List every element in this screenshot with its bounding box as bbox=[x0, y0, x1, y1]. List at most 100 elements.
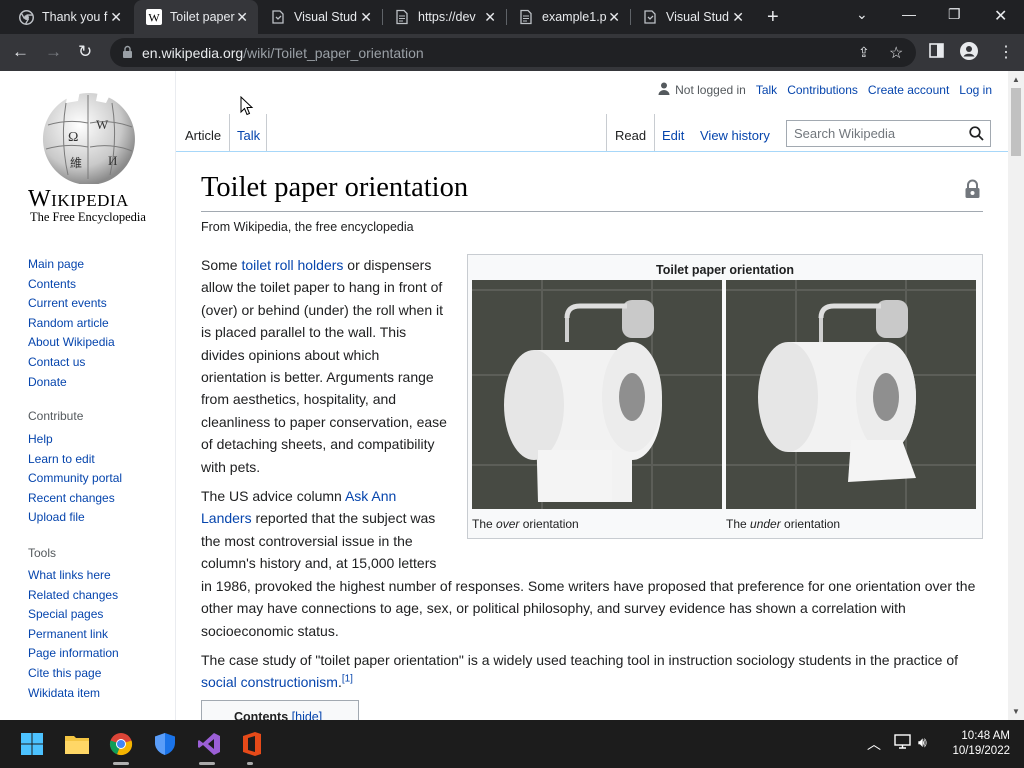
maximize-icon[interactable]: ❐ bbox=[948, 6, 961, 23]
nav-donate[interactable]: Donate bbox=[28, 373, 115, 393]
forward-icon[interactable]: → bbox=[45, 42, 62, 62]
close-icon[interactable]: ✕ bbox=[608, 9, 620, 26]
svg-text:И: И bbox=[108, 153, 117, 168]
tab-article[interactable]: Article bbox=[185, 128, 221, 143]
mouse-cursor-icon bbox=[240, 96, 254, 116]
caption-text: orientation bbox=[519, 517, 579, 531]
close-icon[interactable]: ✕ bbox=[484, 9, 496, 26]
page-title: Toilet paper orientation bbox=[201, 172, 469, 203]
defender-icon[interactable] bbox=[151, 730, 179, 758]
web-page: Ω W И 維 Wikipedia The Free Encyclopedia … bbox=[0, 71, 1024, 720]
link-social-constructionism[interactable]: social constructionism bbox=[201, 674, 338, 690]
wikipedia-tagline: The Free Encyclopedia bbox=[30, 210, 146, 224]
side-panel-icon[interactable] bbox=[929, 43, 944, 63]
profile-icon[interactable] bbox=[960, 42, 978, 65]
visual-studio-icon[interactable] bbox=[195, 730, 223, 758]
close-icon[interactable]: ✕ bbox=[360, 9, 372, 26]
close-icon[interactable]: ✕ bbox=[236, 9, 248, 26]
create-account-link[interactable]: Create account bbox=[868, 83, 949, 97]
nav-cite-this-page[interactable]: Cite this page bbox=[28, 664, 119, 684]
nav-wikidata-item[interactable]: Wikidata item bbox=[28, 684, 119, 704]
tab-view-history[interactable]: View history bbox=[700, 128, 770, 143]
url-text[interactable]: en.wikipedia.org/wiki/Toilet_paper_orien… bbox=[142, 45, 424, 61]
menu-kebab-icon[interactable]: ⋮ bbox=[998, 42, 1014, 62]
tab-visual-studio-2[interactable]: Visual Stud ✕ bbox=[630, 0, 754, 34]
nav-current-events[interactable]: Current events bbox=[28, 294, 115, 314]
scroll-down-icon[interactable]: ▼ bbox=[1012, 707, 1020, 716]
vs-doc-icon bbox=[270, 9, 286, 25]
nav-related-changes[interactable]: Related changes bbox=[28, 586, 119, 606]
nav-permanent-link[interactable]: Permanent link bbox=[28, 625, 119, 645]
scroll-up-icon[interactable]: ▲ bbox=[1012, 75, 1020, 84]
show-hidden-icons-icon[interactable]: ︿ bbox=[867, 734, 881, 754]
link-toilet-roll-holders[interactable]: toilet roll holders bbox=[241, 257, 343, 273]
tab-divider bbox=[266, 114, 267, 152]
tab-example1[interactable]: example1.p ✕ bbox=[506, 0, 630, 34]
active-app-indicator bbox=[113, 762, 129, 765]
tab-talk[interactable]: Talk bbox=[237, 128, 260, 143]
tab-edit[interactable]: Edit bbox=[662, 128, 684, 143]
tab-thank-you[interactable]: Thank you f ✕ bbox=[6, 0, 132, 34]
protection-lock-icon[interactable] bbox=[964, 179, 981, 204]
nav-contact-us[interactable]: Contact us bbox=[28, 353, 115, 373]
chrome-icon bbox=[18, 9, 34, 25]
user-talk-link[interactable]: Talk bbox=[756, 83, 777, 97]
tab-read[interactable]: Read bbox=[615, 128, 646, 143]
nav-community-portal[interactable]: Community portal bbox=[28, 469, 122, 489]
tab-dev[interactable]: https://dev ✕ bbox=[382, 0, 506, 34]
tab-title: Visual Stud bbox=[294, 10, 358, 24]
address-bar[interactable]: en.wikipedia.org/wiki/Toilet_paper_orien… bbox=[110, 38, 916, 67]
clock-date: 10/19/2022 bbox=[952, 745, 1010, 757]
office-icon[interactable] bbox=[238, 730, 266, 758]
close-window-icon[interactable]: ✕ bbox=[994, 6, 1007, 26]
wikipedia-globe-icon[interactable]: Ω W И 維 bbox=[38, 89, 140, 184]
nav-contents[interactable]: Contents bbox=[28, 275, 115, 295]
nav-upload-file[interactable]: Upload file bbox=[28, 508, 122, 528]
contributions-link[interactable]: Contributions bbox=[787, 83, 858, 97]
nav-special-pages[interactable]: Special pages bbox=[28, 605, 119, 625]
nav-main: Main page Contents Current events Random… bbox=[28, 255, 115, 392]
tab-search-icon[interactable]: ⌄ bbox=[856, 6, 868, 23]
reference-1[interactable]: [1] bbox=[342, 674, 353, 685]
caption-under: The under orientation bbox=[726, 513, 840, 535]
page-scrollbar[interactable]: ▲ ▼ bbox=[1008, 71, 1024, 720]
close-icon[interactable]: ✕ bbox=[110, 9, 122, 26]
close-icon[interactable]: ✕ bbox=[732, 9, 744, 26]
running-app-indicator bbox=[199, 762, 215, 765]
caption-text: orientation bbox=[780, 517, 841, 531]
new-tab-button[interactable]: + bbox=[767, 6, 779, 29]
start-icon[interactable] bbox=[18, 730, 46, 758]
nav-help[interactable]: Help bbox=[28, 430, 122, 450]
wikipedia-icon: W bbox=[146, 9, 162, 25]
nav-page-information[interactable]: Page information bbox=[28, 644, 119, 664]
search-icon[interactable] bbox=[969, 126, 984, 146]
toilet-roll-over-image[interactable] bbox=[472, 280, 722, 509]
network-icon[interactable] bbox=[894, 734, 911, 752]
nav-what-links-here[interactable]: What links here bbox=[28, 566, 119, 586]
infobox: Toilet paper orientation The over orient… bbox=[467, 254, 983, 539]
tab-visual-studio-1[interactable]: Visual Stud ✕ bbox=[258, 0, 382, 34]
file-explorer-icon[interactable] bbox=[63, 730, 91, 758]
system-clock[interactable]: 10:48 AM 10/19/2022 bbox=[952, 729, 1010, 759]
tab-toilet-paper[interactable]: W Toilet paper ✕ bbox=[134, 0, 258, 34]
reload-icon[interactable]: ↻ bbox=[78, 42, 92, 62]
text: or dispensers allow the toilet paper to … bbox=[201, 257, 447, 475]
wikipedia-wordmark[interactable]: Wikipedia bbox=[28, 186, 129, 213]
minimize-icon[interactable]: — bbox=[902, 6, 916, 22]
volume-icon[interactable]: 🔊︎ bbox=[918, 734, 927, 751]
nav-learn-to-edit[interactable]: Learn to edit bbox=[28, 450, 122, 470]
back-icon[interactable]: ← bbox=[12, 42, 29, 62]
nav-random-article[interactable]: Random article bbox=[28, 314, 115, 334]
toilet-roll-under-image[interactable] bbox=[726, 280, 976, 509]
nav-about-wikipedia[interactable]: About Wikipedia bbox=[28, 333, 115, 353]
nav-main-page[interactable]: Main page bbox=[28, 255, 115, 275]
bookmark-star-icon[interactable]: ☆ bbox=[889, 43, 903, 63]
chrome-taskbar-icon[interactable] bbox=[107, 730, 135, 758]
contents-hide-link[interactable]: [hide] bbox=[292, 710, 323, 720]
log-in-link[interactable]: Log in bbox=[959, 83, 992, 97]
share-icon[interactable]: ⇪ bbox=[858, 44, 870, 61]
search-input[interactable] bbox=[787, 121, 957, 146]
scrollbar-thumb[interactable] bbox=[1011, 88, 1021, 156]
text: The case study of "toilet paper orientat… bbox=[201, 651, 959, 668]
nav-recent-changes[interactable]: Recent changes bbox=[28, 489, 122, 509]
